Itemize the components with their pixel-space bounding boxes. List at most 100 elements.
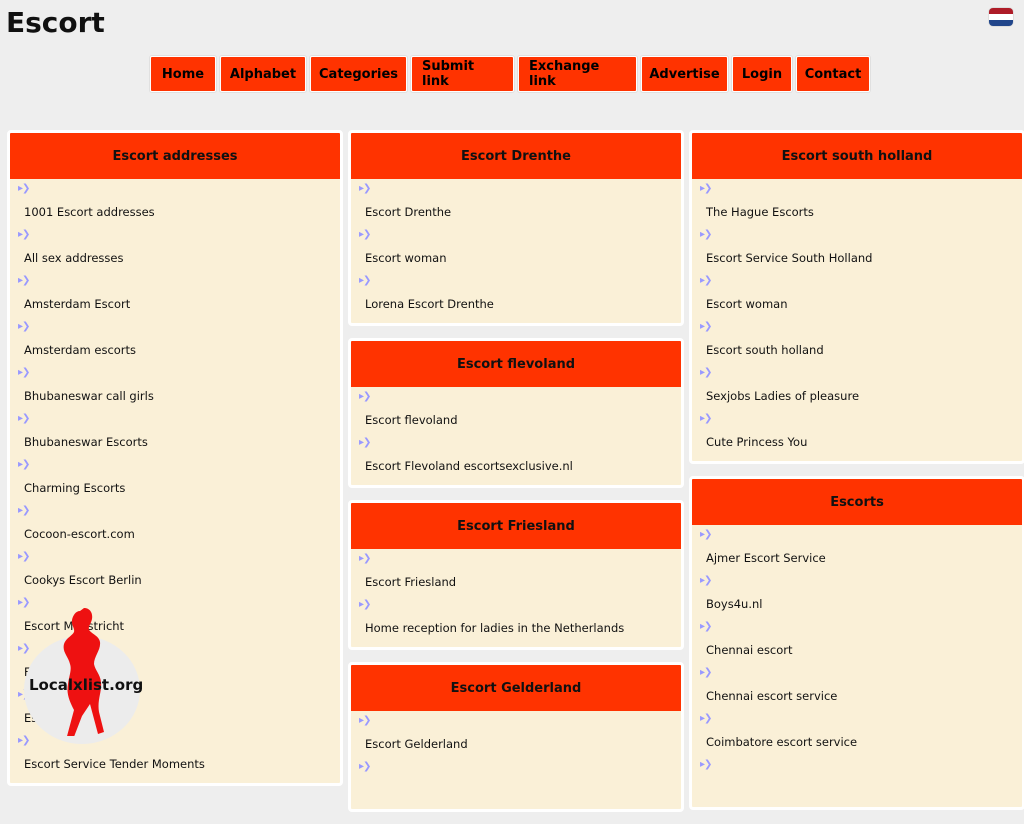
directory-link[interactable]: Escort Gelderland: [365, 737, 468, 751]
list-item: ▸❯ Boys4u.nl: [692, 573, 1022, 619]
directory-link[interactable]: Escort woman: [365, 251, 447, 265]
list-item: ▸❯ Lorena Escort Drenthe: [351, 273, 681, 319]
link-list: ▸❯ Escort flevoland ▸❯ Escort Flevoland esc…: [351, 387, 681, 485]
double-chevron-right-icon: ▸❯: [700, 575, 712, 586]
category-title: Escort south holland: [692, 133, 1022, 179]
category-box: Escort Gelderland ▸❯ Escort Gelderland ▸❯: [348, 662, 684, 812]
directory-link[interactable]: Escort Service Tender Moments: [24, 757, 205, 771]
directory-link[interactable]: The Hague Escorts: [706, 205, 814, 219]
double-chevron-right-icon: ▸❯: [700, 275, 712, 286]
nav-home-button[interactable]: Home: [150, 56, 216, 92]
directory-link[interactable]: Amsterdam escorts: [24, 343, 136, 357]
directory-link[interactable]: Bhubaneswar call girls: [24, 389, 154, 403]
double-chevron-right-icon: ▸❯: [700, 759, 712, 770]
watermark: Localxlist.org: [24, 606, 144, 746]
link-list: ▸❯ Escort Friesland ▸❯ Home reception for l…: [351, 549, 681, 647]
list-item: ▸❯: [351, 759, 681, 805]
double-chevron-right-icon: ▸❯: [359, 275, 371, 286]
main-nav: Home Alphabet Categories Submit link Exc…: [150, 56, 870, 92]
directory-link[interactable]: Escort Friesland: [365, 575, 456, 589]
nav-exchange-link-button[interactable]: Exchange link: [518, 56, 637, 92]
list-item: ▸❯ Escort Service South Holland: [692, 227, 1022, 273]
double-chevron-right-icon: ▸❯: [700, 713, 712, 724]
directory-link[interactable]: All sex addresses: [24, 251, 124, 265]
netherlands-flag-icon[interactable]: [989, 8, 1013, 26]
column-3: Escort south holland ▸❯ The Hague Escorts ▸…: [689, 130, 1024, 822]
double-chevron-right-icon: ▸❯: [700, 321, 712, 332]
directory-link[interactable]: Home reception for ladies in the Netherl…: [365, 621, 624, 635]
directory-link[interactable]: Chennai escort: [706, 643, 793, 657]
category-title: Escort Gelderland: [351, 665, 681, 711]
directory-link[interactable]: Escort Service South Holland: [706, 251, 872, 265]
list-item: ▸❯ Escort Flevoland escortsexclusive.nl: [351, 435, 681, 481]
site-title: Escort: [6, 6, 105, 39]
directory-link[interactable]: Escort flevoland: [365, 413, 458, 427]
double-chevron-right-icon: ▸❯: [359, 437, 371, 448]
directory-link[interactable]: Cocoon-escort.com: [24, 527, 135, 541]
double-chevron-right-icon: ▸❯: [700, 183, 712, 194]
double-chevron-right-icon: ▸❯: [18, 413, 30, 424]
directory-link[interactable]: Escort woman: [706, 297, 788, 311]
double-chevron-right-icon: ▸❯: [18, 367, 30, 378]
double-chevron-right-icon: ▸❯: [359, 553, 371, 564]
nav-contact-button[interactable]: Contact: [796, 56, 870, 92]
list-item: ▸❯: [692, 757, 1022, 803]
list-item: ▸❯ Escort Gelderland: [351, 713, 681, 759]
list-item: ▸❯ Ajmer Escort Service: [692, 527, 1022, 573]
double-chevron-right-icon: ▸❯: [18, 183, 30, 194]
list-item: ▸❯ Amsterdam escorts: [10, 319, 340, 365]
list-item: ▸❯ Charming Escorts: [10, 457, 340, 503]
list-item: ▸❯ Cute Princess You: [692, 411, 1022, 457]
directory-link[interactable]: Escort south holland: [706, 343, 824, 357]
nav-login-button[interactable]: Login: [732, 56, 792, 92]
directory-link[interactable]: Cookys Escort Berlin: [24, 573, 142, 587]
list-item: ▸❯ Cocoon-escort.com: [10, 503, 340, 549]
list-item: ▸❯ Bhubaneswar Escorts: [10, 411, 340, 457]
list-item: ▸❯ Escort woman: [351, 227, 681, 273]
list-item: ▸❯ The Hague Escorts: [692, 181, 1022, 227]
list-item: ▸❯ Escort Friesland: [351, 551, 681, 597]
nav-submit-link-button[interactable]: Submit link: [411, 56, 514, 92]
list-item: ▸❯ Escort south holland: [692, 319, 1022, 365]
list-item: ▸❯ All sex addresses: [10, 227, 340, 273]
directory-link[interactable]: Coimbatore escort service: [706, 735, 857, 749]
category-title: Escort Drenthe: [351, 133, 681, 179]
list-item: ▸❯ Chennai escort: [692, 619, 1022, 665]
list-item: ▸❯ Cookys Escort Berlin: [10, 549, 340, 595]
directory-link[interactable]: Charming Escorts: [24, 481, 125, 495]
list-item: ▸❯ Coimbatore escort service: [692, 711, 1022, 757]
nav-advertise-button[interactable]: Advertise: [641, 56, 728, 92]
list-item: ▸❯ Sexjobs Ladies of pleasure: [692, 365, 1022, 411]
list-item: ▸❯ Escort woman: [692, 273, 1022, 319]
category-box: Escort Friesland ▸❯ Escort Friesland ▸❯ Home…: [348, 500, 684, 650]
nav-alphabet-button[interactable]: Alphabet: [220, 56, 306, 92]
double-chevron-right-icon: ▸❯: [359, 391, 371, 402]
category-title: Escorts: [692, 479, 1022, 525]
directory-link[interactable]: Bhubaneswar Escorts: [24, 435, 148, 449]
directory-link[interactable]: Lorena Escort Drenthe: [365, 297, 494, 311]
category-box: Escort Drenthe ▸❯ Escort Drenthe ▸❯ Escort w…: [348, 130, 684, 326]
directory-link[interactable]: Cute Princess You: [706, 435, 807, 449]
directory-link[interactable]: Amsterdam Escort: [24, 297, 130, 311]
directory-link[interactable]: Escort Flevoland escortsexclusive.nl: [365, 459, 573, 473]
directory-link[interactable]: 1001 Escort addresses: [24, 205, 155, 219]
category-title: Escort Friesland: [351, 503, 681, 549]
list-item: ▸❯ Amsterdam Escort: [10, 273, 340, 319]
link-list: ▸❯ Ajmer Escort Service ▸❯ Boys4u.nl ▸❯ Chenn…: [692, 525, 1022, 807]
directory-link[interactable]: Ajmer Escort Service: [706, 551, 826, 565]
list-item: ▸❯ 1001 Escort addresses: [10, 181, 340, 227]
double-chevron-right-icon: ▸❯: [18, 551, 30, 562]
directory-link[interactable]: Boys4u.nl: [706, 597, 762, 611]
double-chevron-right-icon: ▸❯: [18, 229, 30, 240]
double-chevron-right-icon: ▸❯: [359, 599, 371, 610]
double-chevron-right-icon: ▸❯: [359, 229, 371, 240]
directory-link[interactable]: Chennai escort service: [706, 689, 837, 703]
link-list: ▸❯ Escort Gelderland ▸❯: [351, 711, 681, 809]
directory-link[interactable]: Sexjobs Ladies of pleasure: [706, 389, 859, 403]
double-chevron-right-icon: ▸❯: [700, 621, 712, 632]
double-chevron-right-icon: ▸❯: [18, 321, 30, 332]
nav-categories-button[interactable]: Categories: [310, 56, 407, 92]
silhouette-icon: [63, 608, 104, 736]
double-chevron-right-icon: ▸❯: [700, 529, 712, 540]
directory-link[interactable]: Escort Drenthe: [365, 205, 451, 219]
